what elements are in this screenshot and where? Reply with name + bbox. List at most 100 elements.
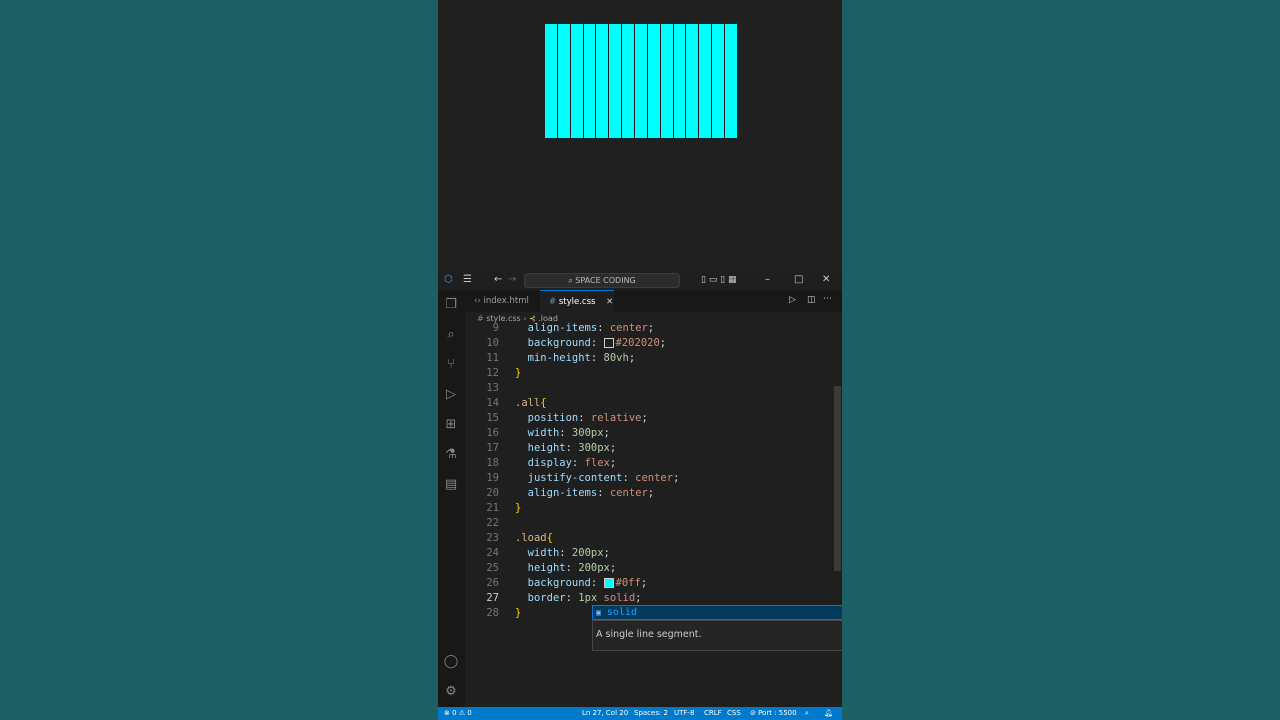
line-number: 24 (486, 547, 499, 559)
code-line[interactable]: display: flex; (515, 456, 617, 471)
line-number: 12 (486, 367, 499, 379)
tab-index-html[interactable]: ‹› index.html (465, 290, 539, 312)
tab-label: index.html (483, 296, 529, 306)
vscode-logo-icon: ⬡ (444, 274, 453, 285)
extensions-icon[interactable]: ⊞ (443, 417, 459, 433)
code-line[interactable]: border: 1px solid; (515, 591, 642, 606)
search-icon[interactable]: ⌕ (443, 327, 459, 343)
live-preview (438, 0, 842, 270)
live-server-port[interactable]: ⊘ Port : 5500 (750, 707, 797, 720)
tab-style-css[interactable]: # style.css ✕ (540, 290, 614, 313)
tab-label: style.css (558, 297, 596, 307)
problems-indicator[interactable]: ⊗ 0 ⚠ 0 (444, 707, 472, 720)
explorer-icon[interactable]: ❐ (443, 297, 459, 313)
loader-bar (725, 24, 737, 138)
minimize-icon[interactable]: – (765, 273, 770, 287)
command-center-search[interactable]: ⌕ SPACE CODING (524, 273, 680, 288)
more-actions-icon[interactable]: ⋯ (823, 294, 832, 304)
code-line[interactable]: height: 300px; (515, 441, 617, 456)
line-number: 27 (486, 592, 499, 604)
line-number: 9 (492, 322, 499, 334)
line-number: 10 (486, 337, 499, 349)
close-icon[interactable]: ✕ (822, 273, 830, 287)
code-line[interactable]: height: 200px; (515, 561, 617, 576)
loader-bar (661, 24, 674, 138)
code-line[interactable]: position: relative; (515, 411, 648, 426)
account-icon[interactable]: ◯ (443, 654, 459, 670)
line-number: 22 (486, 517, 499, 529)
code-line[interactable]: .all{ (515, 396, 547, 411)
line-number: 15 (486, 412, 499, 424)
cursor-position[interactable]: Ln 27, Col 20 (582, 707, 628, 720)
notifications-icon[interactable]: 🔔︎ (824, 707, 833, 720)
code-line[interactable]: .load{ (515, 531, 553, 546)
close-tab-icon[interactable]: ✕ (606, 297, 613, 307)
loader-bar (712, 24, 726, 138)
loader-bar (622, 24, 636, 138)
line-ending[interactable]: CRLF (704, 707, 722, 720)
testing-icon[interactable]: ⚗ (443, 447, 459, 463)
loader-bar (571, 24, 584, 138)
maximize-icon[interactable]: □ (794, 273, 803, 287)
loader-bar (635, 24, 648, 138)
scrollbar[interactable] (834, 386, 841, 571)
line-number: 25 (486, 562, 499, 574)
loader-bar (699, 24, 713, 138)
loader-bar (545, 24, 558, 138)
code-line[interactable]: } (515, 501, 521, 516)
code-line[interactable]: width: 300px; (515, 426, 610, 441)
line-number: 21 (486, 502, 499, 514)
minimap[interactable] (804, 326, 832, 362)
split-editor-icon[interactable]: ◫ (807, 295, 816, 305)
suggest-item[interactable]: solid (607, 607, 637, 618)
loader-bar (584, 24, 597, 138)
code-line[interactable]: align-items: center; (515, 486, 654, 501)
code-line[interactable]: min-height: 80vh; (515, 351, 636, 366)
code-line[interactable]: background: #202020; (515, 336, 666, 351)
layout-icons[interactable]: ▯ ▭ ▯ ▦ (701, 273, 737, 287)
suggest-widget[interactable]: ▣ solid (592, 605, 842, 620)
code-line[interactable]: width: 200px; (515, 546, 610, 561)
line-number: 19 (486, 472, 499, 484)
back-arrow-icon[interactable]: ← (494, 273, 502, 287)
loader-bar (558, 24, 571, 138)
suggest-details: A single line segment. × (592, 620, 842, 651)
language-mode[interactable]: CSS (727, 707, 741, 720)
loader-bar (648, 24, 661, 138)
line-number: 17 (486, 442, 499, 454)
forward-arrow-icon[interactable]: → (508, 273, 516, 287)
line-number: 26 (486, 577, 499, 589)
code-line[interactable]: } (515, 606, 521, 621)
code-line[interactable]: justify-content: center; (515, 471, 680, 486)
indentation[interactable]: Spaces: 2 (634, 707, 668, 720)
line-number: 18 (486, 457, 499, 469)
title-bar: ⬡ ☰ ← → ⌕ SPACE CODING ▯ ▭ ▯ ▦ – □ ✕ (438, 270, 842, 290)
loader-preview (545, 24, 737, 138)
menu-icon[interactable]: ☰ (463, 273, 472, 287)
settings-gear-icon[interactable]: ⚙ (443, 684, 459, 700)
loader-bar (609, 24, 623, 138)
video-frame: ⬡ ☰ ← → ⌕ SPACE CODING ▯ ▭ ▯ ▦ – □ ✕ ❐ ⌕… (438, 0, 842, 720)
source-control-icon[interactable]: ⑂ (443, 357, 459, 373)
enum-icon: ▣ (596, 608, 601, 617)
code-line[interactable]: align-items: center; (515, 321, 654, 336)
html-file-icon: ‹› (474, 296, 481, 306)
line-number: 11 (486, 352, 499, 364)
loader-bar (674, 24, 687, 138)
suggest-doc-text: A single line segment. (596, 629, 702, 640)
line-number: 13 (486, 382, 499, 394)
code-line[interactable]: background: #0ff; (515, 576, 648, 591)
loader-bar (686, 24, 700, 138)
encoding[interactable]: UTF-8 (674, 707, 694, 720)
remote-explorer-icon[interactable]: ▤ (443, 477, 459, 493)
line-number: 28 (486, 607, 499, 619)
code-editor[interactable]: ▣ solid A single line segment. × 9 align… (465, 322, 842, 707)
line-number: 14 (486, 397, 499, 409)
copilot-icon[interactable]: ⌕ (805, 707, 809, 720)
code-line[interactable]: } (515, 366, 521, 381)
run-icon[interactable]: ▷ (789, 295, 796, 305)
command-center-label: SPACE CODING (575, 276, 636, 285)
css-file-icon: # (549, 297, 557, 307)
line-number: 16 (486, 427, 499, 439)
run-debug-icon[interactable]: ▷ (443, 387, 459, 403)
